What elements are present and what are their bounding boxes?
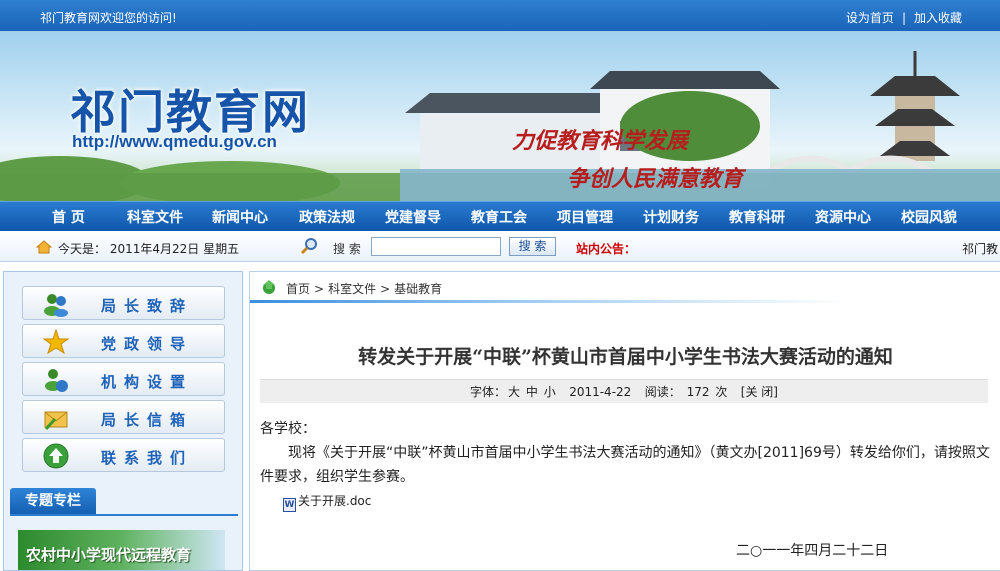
breadcrumb-arrow: > (314, 282, 325, 296)
nav-item-finance[interactable]: 计划财务 (643, 207, 699, 227)
top-bar: 祁门教育网欢迎您的访问! 设为首页 | 加入收藏 (0, 0, 1000, 31)
home-icon (36, 240, 52, 254)
nav-item-home[interactable]: 首 页 (52, 207, 85, 227)
article-meta: 字体：大 中 小 2011-4-22 阅读： 172 次 [关 闭] (260, 379, 988, 403)
sidebar-item-director-speech[interactable]: 局长致辞 (22, 286, 225, 320)
search-input[interactable] (371, 237, 501, 256)
up-arrow-icon (43, 443, 69, 469)
font-size-large[interactable]: 大 (508, 385, 520, 399)
breadcrumb: 首页 > 科室文件 > 基础教育 (250, 272, 1000, 303)
nav-item-projects[interactable]: 项目管理 (557, 207, 613, 227)
top-links: 设为首页 | 加入收藏 (846, 9, 962, 26)
read-label: 阅读： (644, 385, 681, 399)
search-button[interactable]: 搜 索 (509, 237, 556, 256)
today-date: 今天是： 2011年4月22日 星期五 (58, 242, 240, 256)
notice-marquee[interactable]: 祁门教 (962, 240, 998, 257)
sidebar-item-organization[interactable]: 机构设置 (22, 362, 225, 396)
breadcrumb-arrow: > (380, 282, 391, 296)
article-body: 各学校： 现将《关于开展“中联”杯黄山市首届中小学生书法大赛活动的通知》（黄文办… (260, 417, 990, 489)
nav-item-resources[interactable]: 资源中心 (815, 207, 871, 227)
article-sign-date: 二○一一年四月二十二日 (736, 543, 889, 559)
star-icon (43, 329, 69, 355)
promo-banner-text: 农村中小学现代远程教育 (26, 546, 192, 564)
top-links-separator: | (901, 11, 906, 25)
slogan-line-2: 争创人民满意教育 (567, 166, 744, 192)
search-icon (300, 238, 317, 255)
users-icon (44, 294, 68, 317)
site-banner: 祁门教育网 http://www.qmedu.gov.cn 力促教育科学发展 争… (0, 31, 1000, 201)
breadcrumb-basic-education[interactable]: 基础教育 (394, 282, 442, 296)
main-nav: 首 页 科室文件 新闻中心 政策法规 党建督导 教育工会 项目管理 计划财务 教… (0, 201, 1000, 231)
promo-banner-remote-education[interactable]: 农村中小学现代远程教育 (18, 530, 225, 570)
sidebar-item-label: 党政领导 (101, 335, 194, 353)
read-unit: 次 (715, 385, 728, 399)
sidebar-item-label: 联系我们 (101, 449, 194, 467)
site-url: http://www.qmedu.gov.cn (72, 132, 277, 151)
slogan-line-1: 力促教育科学发展 (512, 128, 689, 154)
info-search-row: 今天是： 2011年4月22日 星期五 搜 索 搜 索 站内公告： 祁门教 (0, 231, 1000, 262)
left-sidebar: 局长致辞 党政领导 机构设置 局长信箱 联系我们 专题专栏 农村中小学现代远程教… (3, 271, 243, 571)
set-homepage-link[interactable]: 设为首页 (846, 11, 894, 25)
envelope-icon (44, 411, 68, 431)
article-title: 转发关于开展“中联”杯黄山市首届中小学生书法大赛活动的通知 (358, 346, 893, 368)
sidebar-item-contact[interactable]: 联系我们 (22, 438, 225, 472)
sidebar-item-mailbox[interactable]: 局长信箱 (22, 400, 225, 434)
special-topics-divider (10, 514, 238, 516)
add-bookmark-link[interactable]: 加入收藏 (914, 11, 962, 25)
word-doc-icon: W (283, 498, 296, 512)
user-globe-icon (45, 369, 68, 392)
sidebar-item-label: 局长致辞 (101, 297, 194, 315)
close-button[interactable]: [关 闭] (741, 385, 778, 399)
breadcrumb-underline (250, 300, 850, 303)
breadcrumb-documents[interactable]: 科室文件 (328, 282, 376, 296)
sidebar-item-label: 机构设置 (101, 373, 194, 391)
attachment-filename: 关于开展.doc (298, 494, 372, 508)
nav-item-campus[interactable]: 校园风貌 (901, 207, 957, 227)
article-date: 2011-4-22 (569, 385, 632, 399)
read-count: 172 (686, 385, 710, 399)
globe-arrow-icon (263, 280, 275, 294)
nav-item-party[interactable]: 党建督导 (385, 207, 441, 227)
breadcrumb-home[interactable]: 首页 (286, 282, 310, 296)
attachment-link[interactable]: W 关于开展.doc (283, 492, 371, 512)
nav-item-research[interactable]: 教育科研 (729, 207, 785, 227)
sidebar-item-label: 局长信箱 (101, 411, 194, 429)
tab-special-topics[interactable]: 专题专栏 (10, 488, 96, 514)
breadcrumb-path: 首页 > 科室文件 > 基础教育 (286, 280, 442, 297)
font-size-medium[interactable]: 中 (526, 385, 538, 399)
nav-item-union[interactable]: 教育工会 (471, 207, 527, 227)
font-size-small[interactable]: 小 (544, 385, 556, 399)
welcome-text: 祁门教育网欢迎您的访问! (40, 11, 177, 25)
nav-item-news[interactable]: 新闻中心 (212, 207, 268, 227)
search-label: 搜 索 (333, 242, 361, 256)
article-paragraph: 现将《关于开展“中联”杯黄山市首届中小学生书法大赛活动的通知》（黄文办[2011… (260, 445, 990, 485)
article-salutation: 各学校： (260, 421, 316, 437)
site-notice-label: 站内公告： (576, 242, 637, 256)
font-size-label: 字体： (470, 385, 507, 399)
main-content: 首页 > 科室文件 > 基础教育 转发关于开展“中联”杯黄山市首届中小学生书法大赛活动的… (249, 271, 1000, 571)
sidebar-item-leadership[interactable]: 党政领导 (22, 324, 225, 358)
nav-item-documents[interactable]: 科室文件 (127, 207, 183, 227)
nav-item-policy[interactable]: 政策法规 (299, 207, 355, 227)
